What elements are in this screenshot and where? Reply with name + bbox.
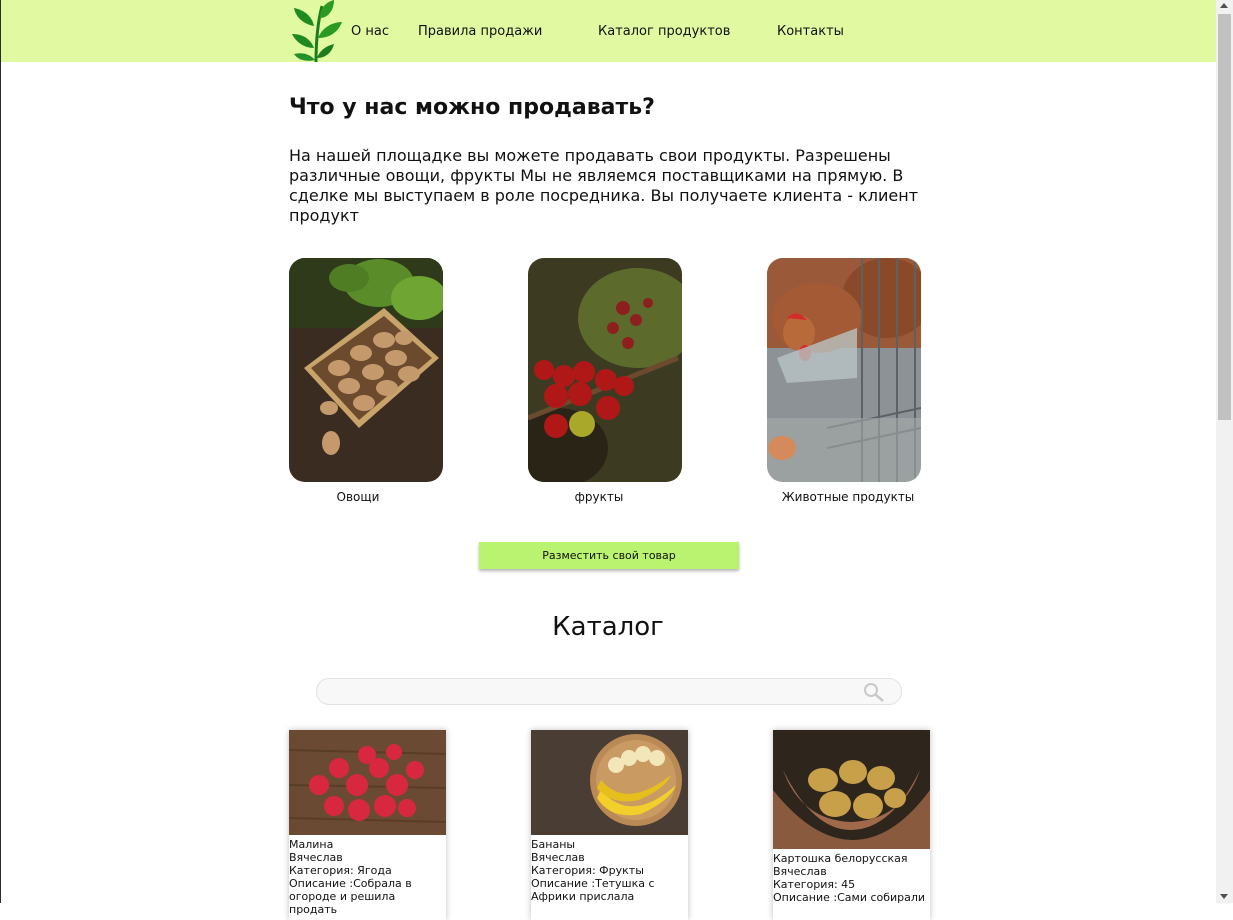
product-seller: Вячеслав [531,851,585,864]
scroll-thumb[interactable] [1218,14,1231,420]
bananas-image [531,730,688,835]
product-category: Категория: Ягода [289,864,392,877]
category-card-fruits[interactable] [528,258,682,482]
potatoes-image [289,258,443,482]
window-edge [0,0,1,903]
scroll-up-arrow-icon[interactable] [1220,3,1228,8]
category-label-vegetables: Овощи [336,490,380,504]
nav-product-catalog[interactable]: Каталог продуктов [598,24,730,39]
section-title: Что у нас можно продавать? [289,95,655,120]
potatoes-in-hands-image [773,730,930,849]
category-label-fruits: фрукты [574,490,624,504]
product-card-raspberry[interactable]: Малина Вячеслав Категория: Ягода Описани… [289,730,446,920]
product-category: Категория: 45 [773,878,856,891]
coffee-berries-image [528,258,682,482]
nav-sales-rules[interactable]: Правила продажи [418,24,542,39]
product-description: Описание :Тетушка с Африки прислала [531,877,655,903]
nav-about[interactable]: О нас [351,24,389,39]
category-card-animal-products[interactable] [767,258,921,482]
product-info: Картошка белорусская Вячеслав Категория:… [773,852,930,904]
product-card-bananas[interactable]: Бананы Вячеслав Категория: Фрукты Описан… [531,730,688,920]
product-seller: Вячеслав [289,851,343,864]
search-input[interactable] [331,682,855,702]
nav-contacts[interactable]: Контакты [777,24,844,39]
catalog-search[interactable] [316,678,902,705]
product-name: Картошка белорусская [773,852,908,865]
category-label-animal-products: Животные продукты [781,490,915,504]
scroll-down-arrow-icon[interactable] [1220,894,1228,899]
category-card-vegetables[interactable] [289,258,443,482]
product-info: Бананы Вячеслав Категория: Фрукты Описан… [531,838,688,903]
product-category: Категория: Фрукты [531,864,644,877]
product-info: Малина Вячеслав Категория: Ягода Описани… [289,838,446,916]
intro-text: На нашей площадке вы можете продавать св… [289,146,919,225]
product-card-potatoes[interactable]: Картошка белорусская Вячеслав Категория:… [773,730,930,920]
catalog-title: Каталог [552,612,664,642]
search-icon[interactable] [862,681,886,703]
product-description: Описание :Собрала в огороде и решила про… [289,877,412,916]
hen-image [767,258,921,482]
product-seller: Вячеслав [773,865,827,878]
site-header: О нас Правила продажи Каталог продуктов … [1,0,1216,62]
leaf-logo-icon[interactable] [290,0,342,62]
product-name: Бананы [531,838,576,851]
product-name: Малина [289,838,334,851]
product-description: Описание :Сами собирали [773,891,926,904]
page-scrollbar[interactable] [1216,0,1233,903]
place-item-button[interactable]: Разместить свой товар [479,542,739,569]
raspberry-image [289,730,446,835]
